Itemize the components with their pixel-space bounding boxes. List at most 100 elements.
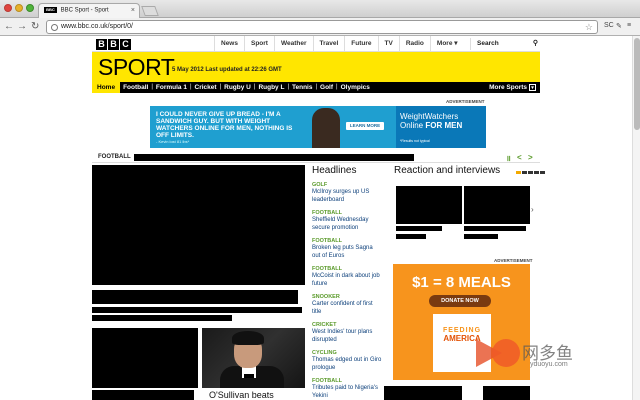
top-story-summary <box>92 307 302 313</box>
nav-weather[interactable]: Weather <box>273 36 313 52</box>
pager-dot[interactable] <box>528 171 533 174</box>
chevron-down-icon: ▾ <box>529 84 536 91</box>
video-title[interactable] <box>396 226 442 231</box>
nav-news[interactable]: News <box>214 36 244 52</box>
headline-link[interactable]: McIlroy surges up US leaderboard <box>312 189 382 204</box>
bbc-logo-letter: B <box>96 39 107 50</box>
headline-link[interactable]: West Indies' tour plans disrupted <box>312 329 382 344</box>
snooker-player-photo[interactable] <box>202 328 305 388</box>
next-icon[interactable]: > <box>528 153 533 162</box>
headline-link[interactable]: Carter confident of first title <box>312 301 382 316</box>
previous-icon[interactable]: < <box>517 153 522 162</box>
pager-dot-active[interactable] <box>516 171 521 174</box>
pager-dot[interactable] <box>522 171 527 174</box>
headline-link[interactable]: Sheffield Wednesday secure promotion <box>312 217 382 232</box>
tab-close-icon[interactable]: × <box>131 7 135 14</box>
sport-nav-cricket[interactable]: Cricket <box>192 82 220 93</box>
bbc-logo[interactable]: B B C <box>96 39 131 50</box>
back-arrow-icon[interactable]: ← <box>4 21 14 33</box>
tab-title: BBC Sport - Sport <box>60 7 109 14</box>
search-input[interactable]: Search ⚲ <box>470 38 540 50</box>
extension-icon[interactable]: SC <box>604 22 614 29</box>
nav-tv[interactable]: TV <box>377 36 399 52</box>
meals-headline: $1 = 8 MEALS <box>412 274 511 291</box>
reload-icon[interactable]: ↻ <box>31 21 39 33</box>
headline-item[interactable]: GOLF McIlroy surges up US leaderboard <box>312 182 382 204</box>
wrench-icon[interactable]: ✎ <box>616 22 622 30</box>
sport-title[interactable]: SPORT <box>98 54 175 81</box>
donate-now-button[interactable]: DONATE NOW <box>429 295 491 307</box>
headline-category: FOOTBALL <box>312 238 342 244</box>
top-story-summary <box>92 315 232 321</box>
star-icon[interactable]: ☆ <box>585 22 593 33</box>
browser-tab[interactable]: BBC BBC Sport - Sport × <box>38 3 140 18</box>
bbc-logo-letter: B <box>108 39 119 50</box>
promo-block[interactable] <box>384 386 462 400</box>
minimize-window-icon[interactable] <box>15 4 23 12</box>
sport-nav-home[interactable]: Home <box>92 82 121 93</box>
top-story-image[interactable] <box>92 165 305 285</box>
address-bar[interactable]: www.bbc.co.uk/sport/0/ ☆ <box>46 20 598 34</box>
story-image[interactable] <box>92 328 198 388</box>
pause-icon[interactable]: ॥ <box>506 153 511 164</box>
headline-item[interactable]: CYCLING Thomas edged out in Giro prologu… <box>312 350 382 372</box>
nav-more[interactable]: More ▾ <box>429 36 464 52</box>
more-sports-button[interactable]: More Sports ▾ <box>489 82 536 93</box>
headline-link[interactable]: Broken leg puts Sagna out of Euros <box>312 245 382 260</box>
pager-dot[interactable] <box>534 171 539 174</box>
chevron-right-icon[interactable]: › <box>531 205 534 214</box>
menu-icon[interactable]: ≡ <box>627 22 631 29</box>
nav-future[interactable]: Future <box>344 36 377 52</box>
page-scrollbar[interactable] <box>632 36 640 400</box>
sport-nav: Home Football | Formula 1 | Cricket | Ru… <box>92 82 540 93</box>
weightwatchers-ad[interactable]: I COULD NEVER GIVE UP BREAD - I'M A SAND… <box>150 106 486 148</box>
pager-dot[interactable] <box>540 171 545 174</box>
bbc-logo-letter: C <box>120 39 131 50</box>
headline-item[interactable]: FOOTBALL Tributes paid to Nigeria's Yeki… <box>312 378 382 400</box>
headline-item[interactable]: FOOTBALL Sheffield Wednesday secure prom… <box>312 210 382 232</box>
story-caption[interactable]: O'Sullivan beats <box>209 390 274 400</box>
carousel-pager[interactable] <box>516 171 545 174</box>
headline-link[interactable]: McCoist in dark about job future <box>312 273 382 288</box>
nav-sport[interactable]: Sport <box>243 36 274 52</box>
video-title[interactable] <box>464 226 526 231</box>
sport-nav-golf[interactable]: Golf <box>317 82 336 93</box>
headline-link[interactable]: Thomas edged out in Giro prologue <box>312 357 382 372</box>
headlines-title: Headlines <box>312 165 357 176</box>
sport-nav-formula1[interactable]: Formula 1 <box>153 82 190 93</box>
headline-item[interactable]: FOOTBALL McCoist in dark about job futur… <box>312 266 382 288</box>
nav-travel[interactable]: Travel <box>312 36 345 52</box>
sport-nav-rugby-union[interactable]: Rugby U <box>221 82 254 93</box>
learn-more-button[interactable]: LEARN MORE <box>346 122 384 130</box>
video-title[interactable] <box>464 234 498 239</box>
scrollbar-thumb[interactable] <box>634 38 640 130</box>
forward-arrow-icon[interactable]: → <box>17 21 27 33</box>
sport-nav-tennis[interactable]: Tennis <box>289 82 315 93</box>
ad-photo <box>312 108 340 148</box>
video-thumbnail[interactable] <box>464 186 530 224</box>
nav-radio[interactable]: Radio <box>398 36 430 52</box>
sport-nav-rugby-league[interactable]: Rugby L <box>255 82 287 93</box>
video-thumbnail[interactable] <box>396 186 462 224</box>
last-updated: 5 May 2012 Last updated at 22:26 GMT <box>172 67 282 73</box>
headline-link[interactable]: Tributes paid to Nigeria's Yekini <box>312 385 382 400</box>
browser-toolbar: ← → ↻ www.bbc.co.uk/sport/0/ ☆ SC ✎ ≡ <box>0 18 640 36</box>
chevron-down-icon: ▾ <box>454 40 458 47</box>
maximize-window-icon[interactable] <box>26 4 34 12</box>
video-title[interactable] <box>396 234 426 239</box>
headline-category: GOLF <box>312 182 328 188</box>
new-tab-button[interactable] <box>141 6 159 16</box>
top-story-headline[interactable] <box>92 290 298 304</box>
story-headline[interactable] <box>92 390 194 400</box>
global-nav-links: News Sport Weather Travel Future TV Radi… <box>214 36 464 52</box>
browser-titlebar: BBC BBC Sport - Sport × <box>0 0 640 18</box>
sport-nav-football[interactable]: Football <box>120 82 151 93</box>
headline-item[interactable]: CRICKET West Indies' tour plans disrupte… <box>312 322 382 344</box>
headline-category: CYCLING <box>312 350 337 356</box>
close-window-icon[interactable] <box>4 4 12 12</box>
search-icon[interactable]: ⚲ <box>533 38 538 50</box>
fish-logo-body <box>492 339 520 367</box>
sport-nav-olympics[interactable]: Olympics <box>338 82 373 93</box>
headline-item[interactable]: SNOOKER Carter confident of first title <box>312 294 382 316</box>
headline-item[interactable]: FOOTBALL Broken leg puts Sagna out of Eu… <box>312 238 382 260</box>
